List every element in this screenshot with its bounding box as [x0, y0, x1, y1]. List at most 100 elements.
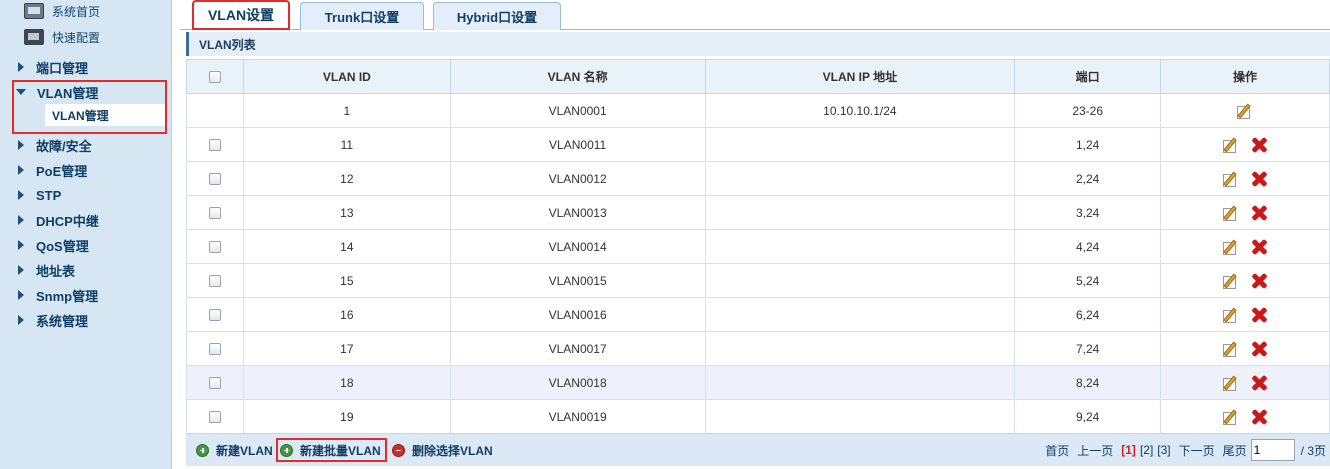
vlan-ip-cell — [704, 263, 1016, 298]
sidebar-item-label: 系统管理 — [36, 313, 89, 329]
vlan-list-title: VLAN列表 — [199, 37, 256, 52]
sidebar-item-stp[interactable]: STP — [18, 185, 61, 205]
edit-icon[interactable] — [1222, 136, 1240, 154]
edit-icon[interactable] — [1222, 374, 1240, 392]
delete-icon[interactable] — [1250, 238, 1268, 256]
sidebar-item-snmp[interactable]: Snmp管理 — [18, 285, 98, 305]
pager-next[interactable]: 下一页 — [1179, 442, 1215, 459]
vlan-name-cell: VLAN0019 — [449, 399, 706, 434]
caret-right-icon — [18, 265, 24, 275]
actions-cell — [1160, 331, 1330, 366]
page-number-input[interactable] — [1250, 439, 1295, 461]
column-header-vlan-name[interactable]: VLAN 名称 — [449, 59, 706, 94]
sidebar-item-label: Snmp管理 — [36, 288, 99, 304]
sidebar-item-label: DHCP中继 — [36, 213, 99, 229]
actions-cell — [1160, 229, 1330, 264]
row-checkbox[interactable] — [208, 173, 221, 186]
delete-selected-vlan-button[interactable]: 删除选择VLAN — [392, 438, 493, 462]
new-vlan-button[interactable]: 新建VLAN — [196, 438, 273, 462]
row-checkbox[interactable] — [208, 241, 221, 254]
select-all-checkbox[interactable] — [208, 71, 221, 84]
edit-icon[interactable] — [1222, 408, 1240, 426]
vlan-ports-cell: 6,24 — [1014, 297, 1162, 332]
row-checkbox[interactable] — [208, 377, 221, 390]
vlan-name-cell: VLAN0013 — [449, 195, 706, 230]
pager-page-1[interactable]: [1] — [1121, 443, 1136, 457]
edit-icon[interactable] — [1222, 340, 1240, 358]
delete-icon[interactable] — [1250, 204, 1268, 222]
vlan-id-cell: 14 — [242, 229, 451, 264]
row-checkbox[interactable] — [208, 411, 221, 424]
sidebar-link-home[interactable]: 系统首页 — [24, 0, 100, 22]
vlan-ports-cell: 9,24 — [1014, 399, 1162, 434]
new-batch-vlan-button[interactable]: 新建批量VLAN — [276, 438, 387, 462]
caret-right-icon — [18, 240, 24, 250]
vlan-ports-cell: 7,24 — [1014, 331, 1162, 366]
sidebar-item-vlan[interactable]: VLAN管理 — [16, 82, 99, 102]
sidebar-item-address-table[interactable]: 地址表 — [18, 260, 75, 280]
pager-last[interactable]: 尾页 — [1223, 442, 1247, 459]
delete-icon[interactable] — [1250, 374, 1268, 392]
column-header-ports[interactable]: 端口 — [1014, 59, 1162, 94]
vlan-name-cell: VLAN0011 — [449, 127, 706, 162]
actions-cell — [1160, 93, 1330, 128]
vlan-ip-cell — [704, 331, 1016, 366]
delete-icon[interactable] — [1250, 170, 1268, 188]
row-checkbox[interactable] — [208, 139, 221, 152]
column-header-vlan-id[interactable]: VLAN ID — [242, 59, 451, 94]
sidebar-item-label: PoE管理 — [36, 163, 88, 179]
sidebar-item-label: 端口管理 — [36, 60, 89, 76]
pager-page-3[interactable]: [3] — [1157, 443, 1170, 457]
vlan-ports-cell: 4,24 — [1014, 229, 1162, 264]
table-header-row: VLAN ID VLAN 名称 VLAN IP 地址 端口 操作 — [186, 59, 1330, 94]
table-row: 13 VLAN0013 3,24 — [186, 195, 1330, 230]
edit-icon[interactable] — [1236, 102, 1254, 120]
column-header-vlan-ip[interactable]: VLAN IP 地址 — [704, 59, 1016, 94]
delete-icon[interactable] — [1250, 408, 1268, 426]
sidebar-item-label: VLAN管理 — [37, 85, 99, 101]
tab-trunk-settings[interactable]: Trunk口设置 — [300, 2, 424, 30]
new-batch-vlan-label: 新建批量VLAN — [300, 443, 381, 458]
sidebar-item-dhcp-relay[interactable]: DHCP中继 — [18, 210, 99, 230]
row-checkbox-cell — [186, 297, 244, 332]
row-checkbox-cell — [186, 365, 244, 400]
pagination: 首页 上一页 [1] [2] [3] 下一页 尾页 / 3页 — [1037, 438, 1326, 462]
tab-vlan-settings[interactable]: VLAN设置 — [192, 0, 290, 30]
delete-icon[interactable] — [1250, 340, 1268, 358]
sidebar-item-port[interactable]: 端口管理 — [18, 57, 88, 77]
delete-icon[interactable] — [1250, 306, 1268, 324]
vlan-ports-cell: 2,24 — [1014, 161, 1162, 196]
sidebar-item-label: 地址表 — [36, 263, 76, 279]
edit-icon[interactable] — [1222, 204, 1240, 222]
sidebar-link-quick-config[interactable]: 快速配置 — [24, 26, 100, 48]
sidebar-subitem-vlan-management[interactable]: VLAN管理 — [45, 104, 165, 126]
vlan-name-cell: VLAN0012 — [449, 161, 706, 196]
monitor-icon — [24, 3, 44, 19]
sidebar-item-fault-security[interactable]: 故障/安全 — [18, 135, 92, 155]
pager-page-2[interactable]: [2] — [1140, 443, 1153, 457]
actions-cell — [1160, 297, 1330, 332]
edit-icon[interactable] — [1222, 272, 1240, 290]
row-checkbox[interactable] — [208, 275, 221, 288]
delete-icon[interactable] — [1250, 136, 1268, 154]
pager-prev[interactable]: 上一页 — [1077, 442, 1113, 459]
console-icon — [24, 29, 44, 45]
table-row: 1 VLAN0001 10.10.10.1/24 23-26 — [186, 93, 1330, 128]
sidebar-item-system[interactable]: 系统管理 — [18, 310, 88, 330]
edit-icon[interactable] — [1222, 238, 1240, 256]
pager-first[interactable]: 首页 — [1045, 442, 1069, 459]
table-row: 16 VLAN0016 6,24 — [186, 297, 1330, 332]
row-checkbox[interactable] — [208, 309, 221, 322]
row-checkbox[interactable] — [208, 343, 221, 356]
tab-hybrid-settings[interactable]: Hybrid口设置 — [433, 2, 561, 30]
edit-icon[interactable] — [1222, 170, 1240, 188]
row-checkbox[interactable] — [208, 207, 221, 220]
sidebar-item-qos[interactable]: QoS管理 — [18, 235, 89, 255]
vlan-name-cell: VLAN0017 — [449, 331, 706, 366]
sidebar-item-poe[interactable]: PoE管理 — [18, 160, 87, 180]
sidebar: 系统首页 快速配置 端口管理 VLAN管理 VLAN管理 故障/安全 PoE管理… — [0, 0, 172, 469]
vlan-name-cell: VLAN0018 — [449, 365, 706, 400]
edit-icon[interactable] — [1222, 306, 1240, 324]
delete-icon[interactable] — [1250, 272, 1268, 290]
vlan-id-cell: 17 — [242, 331, 451, 366]
